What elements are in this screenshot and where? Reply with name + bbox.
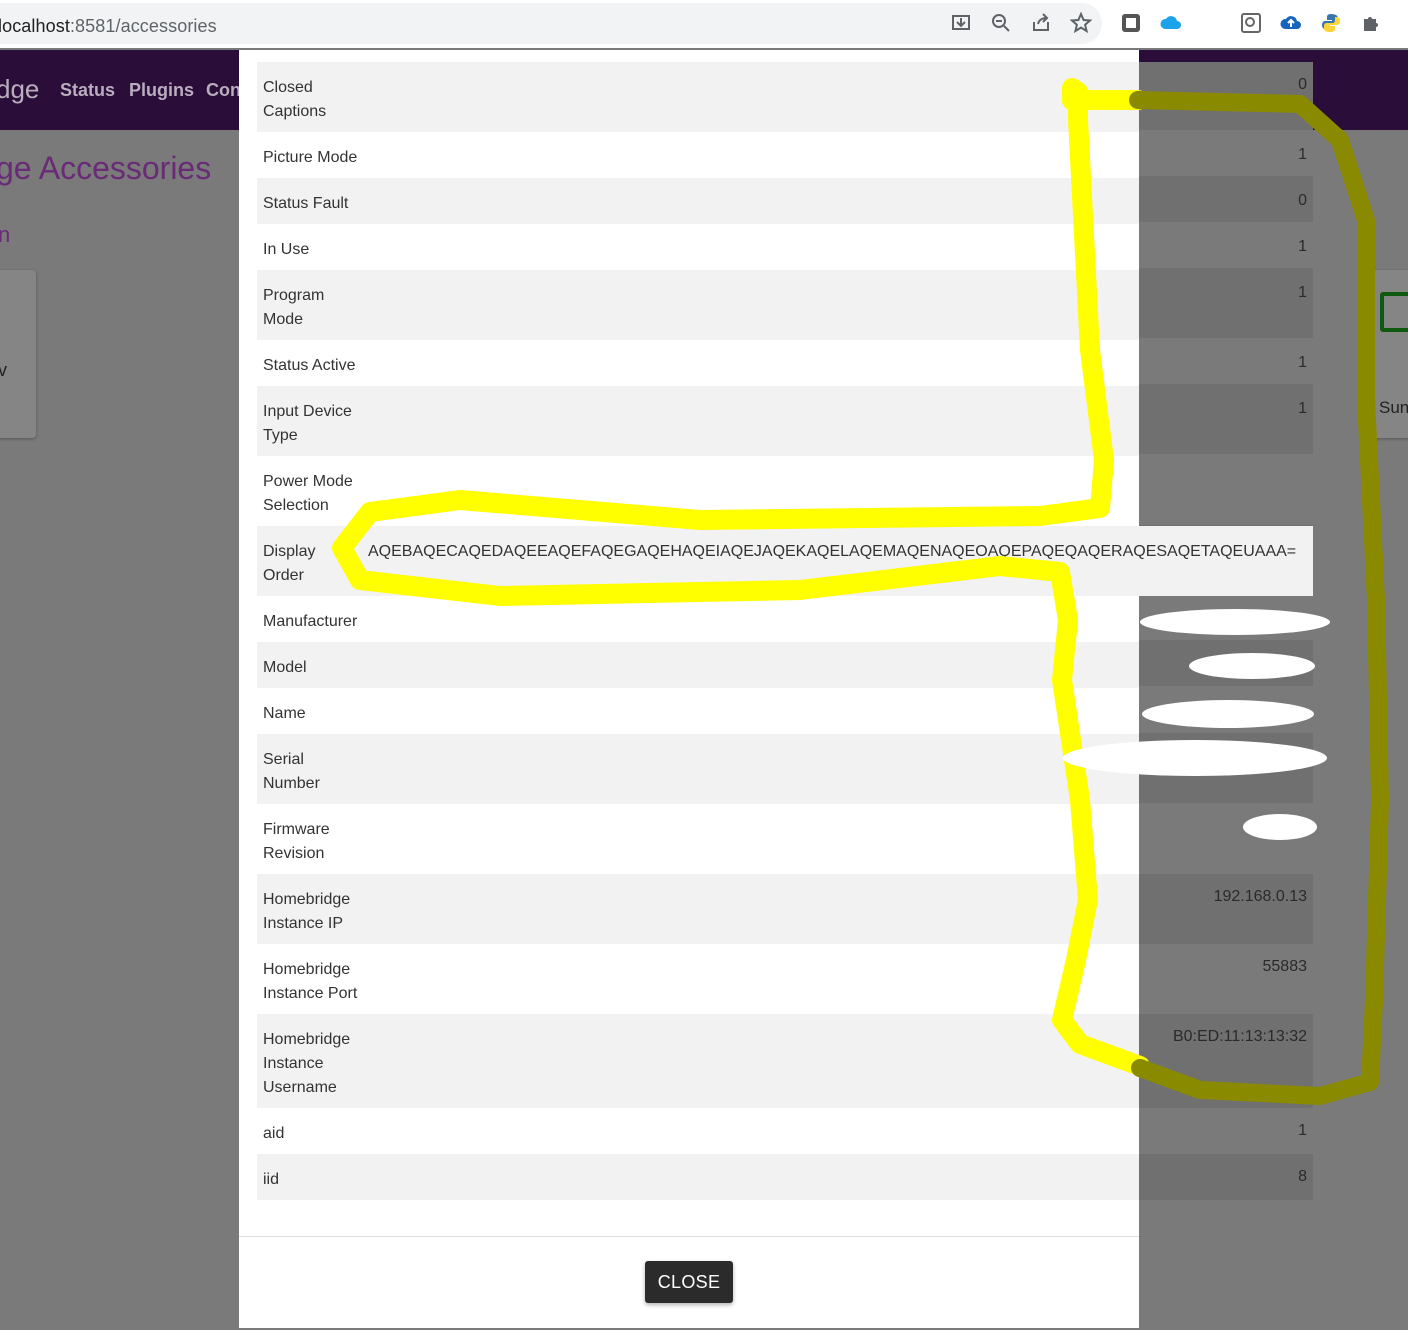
nav-config[interactable]: Con bbox=[206, 80, 241, 101]
row-manufacturer: Manufacturer bbox=[257, 596, 1139, 642]
bg-row-ip: 192.168.0.13 bbox=[1138, 874, 1313, 944]
row-label: aid bbox=[263, 1125, 285, 1142]
bg-row-aid: 1 bbox=[1298, 1122, 1307, 1139]
bg-row-model bbox=[1138, 640, 1313, 686]
row-label: Input Device Type bbox=[263, 403, 352, 444]
row-label: Status Active bbox=[263, 357, 356, 374]
row-display-order: Display Order AQEBAQECAQEDAQEEAQEFAQEGAQ… bbox=[257, 526, 1313, 596]
characteristics-modal: Closed Captions Picture Mode Status Faul… bbox=[239, 50, 1313, 1328]
row-power-mode-selection: Power Mode Selection bbox=[257, 456, 1139, 526]
bg-row-closed-captions: 0 bbox=[1138, 62, 1313, 130]
bg-row-status-active: 1 bbox=[1298, 354, 1307, 371]
close-button[interactable]: CLOSE bbox=[645, 1261, 733, 1303]
row-label: Status Fault bbox=[263, 195, 349, 212]
row-label: Serial Number bbox=[263, 751, 320, 792]
search-extension-icon[interactable] bbox=[1240, 12, 1262, 34]
row-in-use: In Use bbox=[257, 224, 1139, 270]
extension-icon[interactable] bbox=[1120, 12, 1142, 34]
row-status-fault: Status Fault bbox=[257, 178, 1139, 224]
display-order-value: AQEBAQECAQEDAQEEAQEFAQEGAQEHAQEIAQEJAQEK… bbox=[368, 543, 1297, 560]
row-instance-port: Homebridge Instance Port bbox=[257, 944, 1139, 1014]
accessory-tile-left-label: v bbox=[0, 360, 7, 380]
row-closed-captions: Closed Captions bbox=[257, 62, 1139, 132]
row-picture-mode: Picture Mode bbox=[257, 132, 1139, 178]
row-label: Name bbox=[263, 705, 306, 722]
url-text[interactable]: localhost:8581/accessories bbox=[0, 16, 217, 37]
row-label: Manufacturer bbox=[263, 613, 358, 630]
bg-row-status-fault: 0 bbox=[1138, 176, 1313, 222]
bg-row-port: 55883 bbox=[1262, 958, 1308, 975]
row-instance-ip: Homebridge Instance IP bbox=[257, 874, 1139, 944]
row-label: Program Mode bbox=[263, 287, 325, 328]
share-icon[interactable] bbox=[1030, 12, 1052, 34]
row-status-active: Status Active bbox=[257, 340, 1139, 386]
bg-row-serial bbox=[1138, 733, 1313, 803]
browser-toolbar: localhost:8581/accessories bbox=[0, 0, 1408, 48]
zoom-out-icon[interactable] bbox=[990, 12, 1012, 34]
row-instance-username: Homebridge Instance Username bbox=[257, 1014, 1139, 1108]
row-label: iid bbox=[263, 1171, 280, 1188]
row-iid: iid bbox=[257, 1154, 1139, 1200]
bg-row-iid: 8 bbox=[1138, 1154, 1313, 1200]
row-label: In Use bbox=[263, 241, 310, 258]
row-label: Closed Captions bbox=[263, 79, 327, 120]
row-label: Display Order bbox=[263, 543, 316, 584]
bg-row-username: B0:ED:11:13:13:32 bbox=[1138, 1014, 1313, 1108]
row-aid: aid bbox=[257, 1108, 1139, 1154]
bg-row-program-mode: 1 bbox=[1138, 268, 1313, 338]
row-label: Power Mode Selection bbox=[263, 473, 353, 514]
upload-cloud-icon[interactable] bbox=[1280, 12, 1302, 34]
nav-plugins[interactable]: Plugins bbox=[129, 80, 194, 101]
page-subtitle: n bbox=[0, 222, 11, 247]
row-model: Model bbox=[257, 642, 1139, 688]
accessory-tile-right-label: Sun bbox=[1379, 398, 1408, 417]
bookmark-star-icon[interactable] bbox=[1070, 12, 1092, 34]
row-label: Model bbox=[263, 659, 307, 676]
page-title: ge Accessories bbox=[0, 150, 212, 186]
modal-footer-divider bbox=[239, 1236, 1139, 1237]
accessory-tile-left[interactable] bbox=[0, 270, 36, 438]
app-brand[interactable]: dge bbox=[0, 74, 39, 105]
install-icon[interactable] bbox=[950, 12, 972, 34]
row-program-mode: Program Mode bbox=[257, 270, 1139, 340]
address-bar[interactable]: localhost:8581/accessories bbox=[0, 3, 1102, 44]
puzzle-extensions-icon[interactable] bbox=[1360, 12, 1382, 34]
row-label: Homebridge Instance Port bbox=[263, 961, 358, 1002]
row-name: Name bbox=[257, 688, 1139, 734]
row-label: Homebridge Instance IP bbox=[263, 891, 351, 932]
bg-row-in-use: 1 bbox=[1298, 238, 1307, 255]
bg-row-picture-mode: 1 bbox=[1298, 146, 1307, 163]
row-input-device-type: Input Device Type bbox=[257, 386, 1139, 456]
monitor-icon bbox=[1380, 292, 1408, 332]
cloud-sync-icon[interactable] bbox=[1160, 12, 1182, 34]
row-label: Homebridge Instance Username bbox=[263, 1031, 351, 1096]
python-icon[interactable] bbox=[1320, 12, 1342, 34]
row-label: Picture Mode bbox=[263, 149, 358, 166]
row-firmware-revision: Firmware Revision bbox=[257, 804, 1139, 874]
bg-row-input-device-type: 1 bbox=[1138, 384, 1313, 454]
row-serial-number: Serial Number bbox=[257, 734, 1139, 804]
nav-status[interactable]: Status bbox=[60, 80, 115, 101]
row-label: Firmware Revision bbox=[263, 821, 330, 862]
